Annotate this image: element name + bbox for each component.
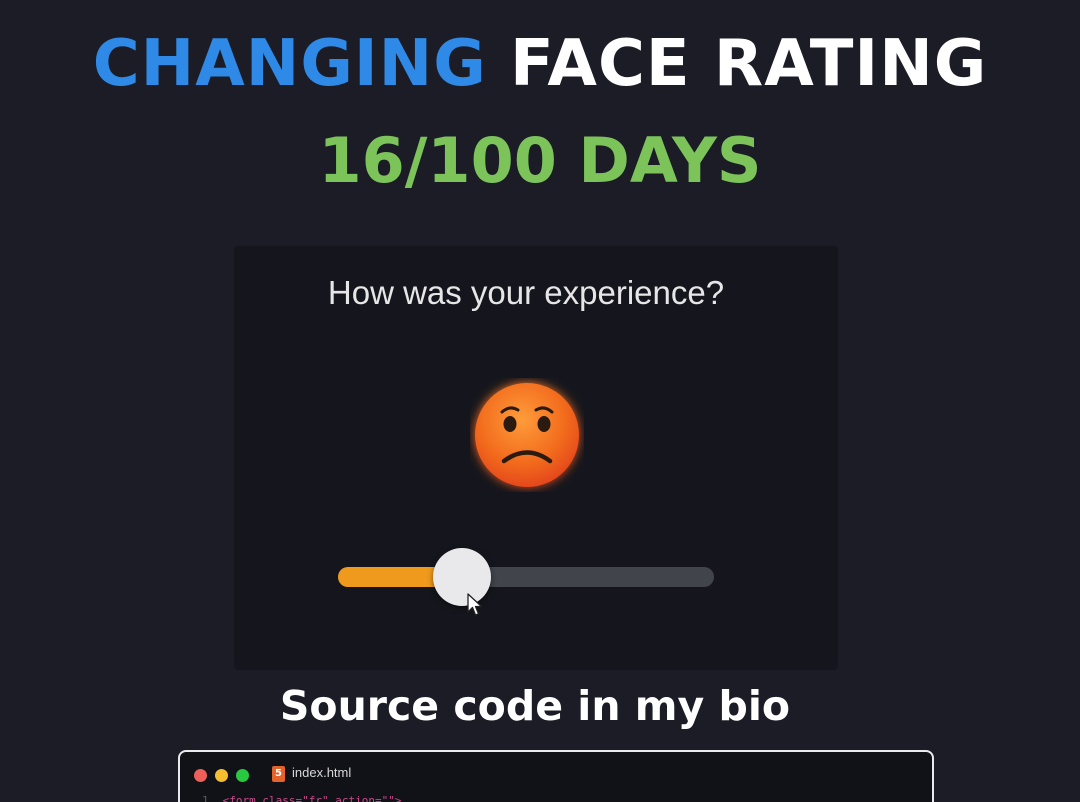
line-number: 1 [202, 794, 209, 802]
editor-tab-filename[interactable]: index.html [292, 765, 351, 780]
sad-face-icon [470, 378, 584, 492]
progress-counter: 16/100 DAYS [318, 124, 762, 197]
code-text: <form class="fr" action=""> [222, 794, 402, 802]
page-title: CHANGING FACE RATING [0, 26, 1080, 102]
code-editor-window: 5 index.html 1 <form class="fr" action=""… [178, 750, 934, 802]
window-maximize-dot[interactable] [236, 769, 249, 782]
page: CHANGING FACE RATING 16/100 DAYS How was… [0, 0, 1080, 802]
title-rest: FACE RATING [510, 27, 988, 101]
rating-question: How was your experience? [327, 274, 725, 311]
window-minimize-dot[interactable] [215, 769, 228, 782]
title-accent: CHANGING [92, 27, 487, 101]
mouse-pointer-icon [466, 592, 484, 618]
source-code-caption: Source code in my bio [279, 682, 791, 730]
html5-icon: 5 [272, 766, 285, 782]
window-close-dot[interactable] [194, 769, 207, 782]
code-line: 1 <form class="fr" action=""> [202, 794, 401, 802]
rating-slider[interactable] [338, 548, 714, 606]
